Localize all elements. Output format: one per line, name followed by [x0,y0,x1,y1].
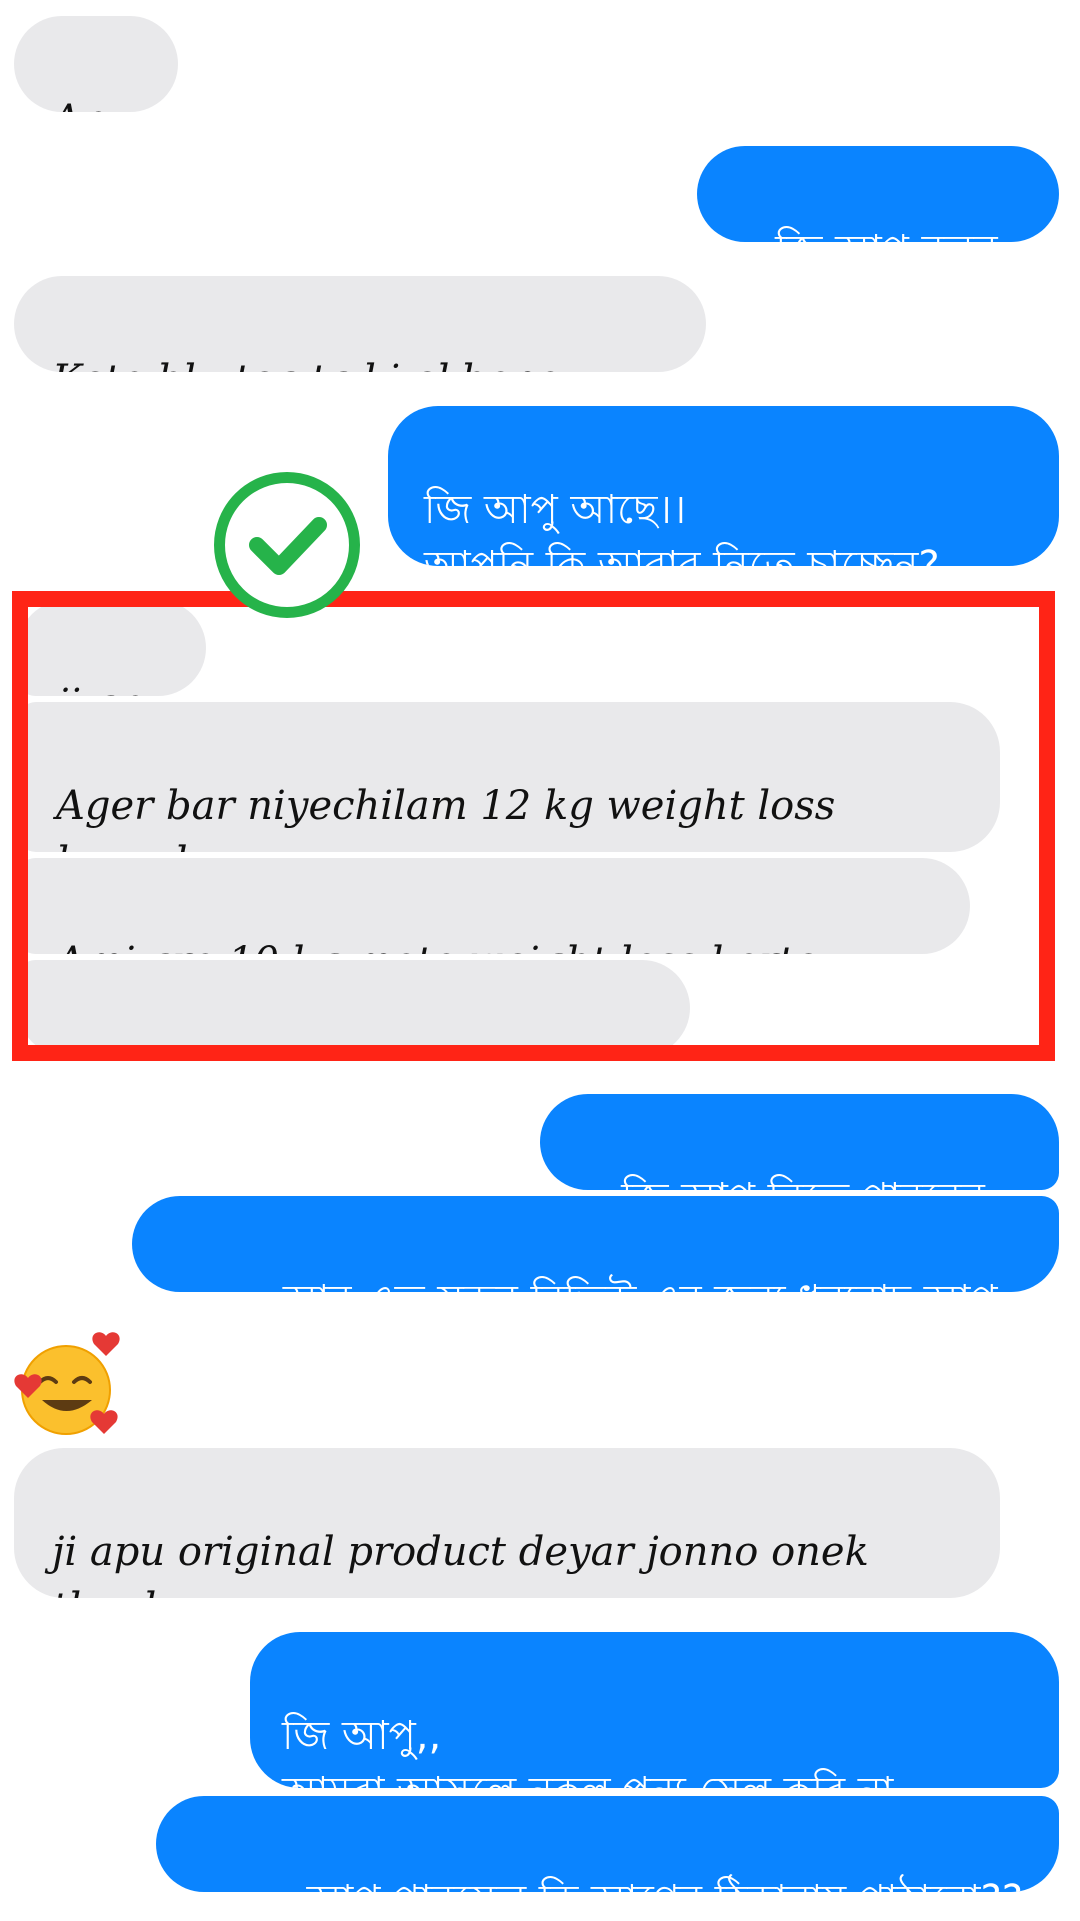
message-text: Tai vablam arekta nile valo hoy [56,1041,603,1056]
message-text: জি আপু নিতে পারবেন,,, [621,1175,1023,1190]
outgoing-message[interactable]: আর এত সুন্দর রিভিউ এর জন্য ধন্যবাদ আপু,, [132,1196,1059,1292]
message-text: Ager bar niyechilam 12 kg weight loss ho… [56,783,836,852]
smiling-face-with-hearts-emoji[interactable] [14,1330,126,1442]
incoming-message[interactable]: Ami aro 10 kg moto weight loss korte caa… [18,858,970,954]
message-text: Keto blu tea ta ki ekhono ache? [52,357,561,372]
checkmark-circle-icon [214,472,360,618]
incoming-message[interactable]: Keto blu tea ta ki ekhono ache? [14,276,706,372]
message-text: জি আপু,, আমরা আসলে নকল পন্য সেল করি না,, [282,1713,919,1788]
message-text: Ami aro 10 kg moto weight loss korte caa… [56,939,818,954]
incoming-message[interactable]: Tai vablam arekta nile valo hoy [18,960,690,1056]
message-text: আর এত সুন্দর রিভিউ এর জন্য ধন্যবাদ আপু,, [283,1277,1023,1292]
message-text: ji apu original product deyar jonno onek… [52,1529,869,1598]
message-text: Apu [52,97,132,112]
outgoing-message[interactable]: জি আপু বলুন,, [697,146,1059,242]
message-text: জি আপু আছে।। আপনি কি আবার নিতে চাচ্ছেন? [424,487,940,566]
message-text: জি আপু বলুন,, [775,227,1023,242]
outgoing-message[interactable]: জি আপু নিতে পারবেন,,, [540,1094,1059,1190]
incoming-message[interactable]: ji apu original product deyar jonno onek… [14,1448,1000,1598]
message-text: আপু পারসেল কি আগের ঠিকানায় পাঠাবো?? [307,1877,1023,1892]
incoming-message[interactable]: ji apu [18,600,206,696]
outgoing-message[interactable]: জি আপু,, আমরা আসলে নকল পন্য সেল করি না,, [250,1632,1059,1788]
incoming-message[interactable]: Ager bar niyechilam 12 kg weight loss ho… [18,702,1000,852]
message-text: ji apu [56,681,169,696]
outgoing-message[interactable]: আপু পারসেল কি আগের ঠিকানায় পাঠাবো?? [156,1796,1059,1892]
incoming-message[interactable]: Apu [14,16,178,112]
outgoing-message[interactable]: জি আপু আছে।। আপনি কি আবার নিতে চাচ্ছেন? [388,406,1059,566]
